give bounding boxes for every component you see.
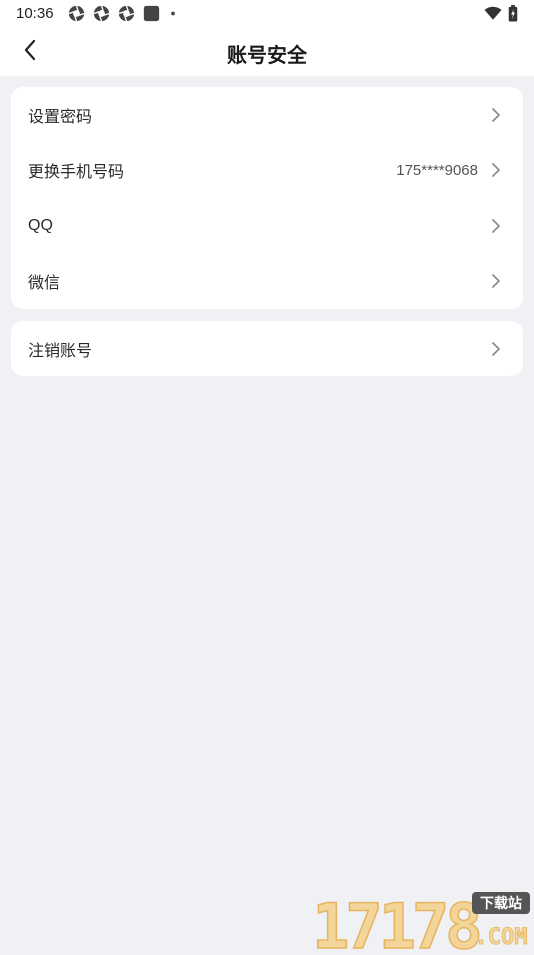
account-deletion-card: 注销账号 xyxy=(11,321,523,376)
set-password-row[interactable]: 设置密码 xyxy=(11,87,523,143)
row-label: 注销账号 xyxy=(28,342,93,360)
header: 账号安全 xyxy=(0,28,534,76)
svg-text:.COM: .COM xyxy=(475,925,528,950)
status-system-icons xyxy=(484,5,518,27)
dot-icon xyxy=(168,5,178,27)
change-phone-row[interactable]: 更换手机号码 175****9068 xyxy=(11,143,523,199)
wifi-icon xyxy=(484,6,502,26)
qq-row[interactable]: QQ xyxy=(11,198,523,254)
row-label: QQ xyxy=(28,216,53,234)
row-label: 更换手机号码 xyxy=(28,164,125,182)
chevron-right-icon xyxy=(490,341,502,357)
phone-number-value: 175****9068 xyxy=(396,161,478,179)
square-notification-icon xyxy=(143,5,160,27)
row-label: 设置密码 xyxy=(28,108,93,126)
chevron-right-icon xyxy=(490,218,502,234)
battery-charging-icon xyxy=(508,5,518,27)
chevron-right-icon xyxy=(490,107,502,123)
status-time: 10:36 xyxy=(16,5,54,22)
chevron-right-icon xyxy=(490,162,502,178)
aperture-icon xyxy=(93,5,110,27)
svg-text:17178: 17178 xyxy=(312,890,479,950)
aperture-icon xyxy=(118,5,135,27)
page-title: 账号安全 xyxy=(227,45,307,67)
row-label: 微信 xyxy=(28,275,61,293)
wechat-row[interactable]: 微信 xyxy=(11,254,523,310)
status-bar: 10:36 xyxy=(0,0,534,28)
security-settings-card: 设置密码 更换手机号码 175****9068 QQ 微信 xyxy=(11,87,523,309)
status-notification-icons xyxy=(68,5,178,27)
watermark-logo: 17178 下载站 .COM xyxy=(308,888,534,955)
chevron-right-icon xyxy=(490,273,502,289)
aperture-icon xyxy=(68,5,85,27)
delete-account-row[interactable]: 注销账号 xyxy=(11,321,523,376)
svg-text:下载站: 下载站 xyxy=(480,895,522,912)
